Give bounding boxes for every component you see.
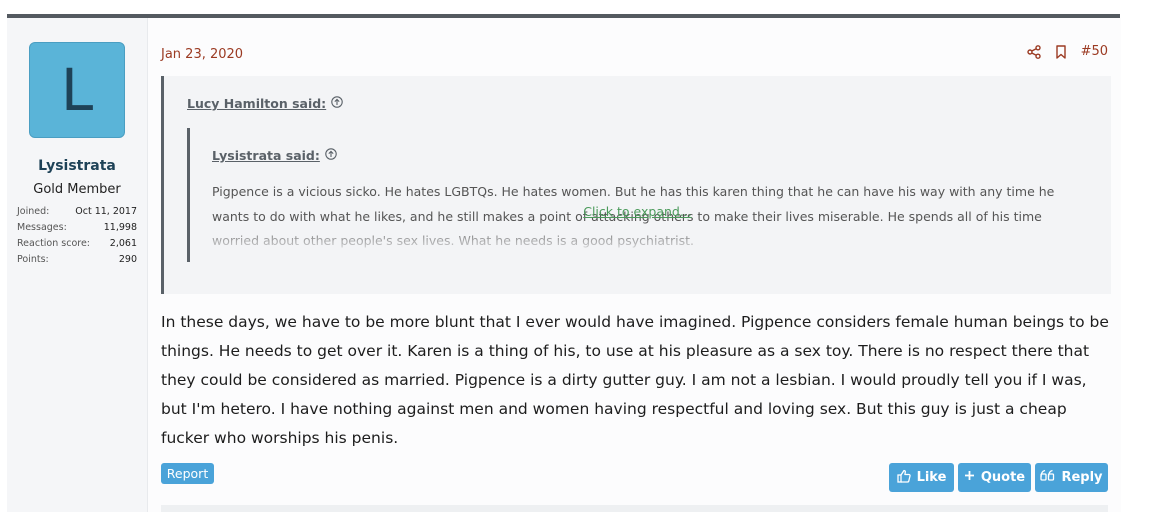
stat-label: Joined: — [17, 206, 50, 217]
stat-row-joined: Joined: Oct 11, 2017 — [17, 204, 137, 220]
stat-row-points: Points: 290 — [17, 252, 137, 268]
stat-row-reaction-score: Reaction score: 2,061 — [17, 236, 137, 252]
share-icon[interactable] — [1026, 44, 1041, 59]
quote-fade-overlay — [212, 224, 1062, 250]
quote-button[interactable]: Quote — [958, 463, 1031, 492]
quote-author-label: Lysistrata said: — [212, 148, 320, 163]
user-title: Gold Member — [33, 182, 121, 197]
quote-label: Quote — [980, 470, 1026, 485]
avatar[interactable]: L — [29, 42, 125, 138]
reply-label: Reply — [1061, 470, 1103, 485]
stat-label: Reaction score: — [17, 238, 91, 249]
post-number-link[interactable]: #50 — [1081, 44, 1108, 59]
like-button[interactable]: Like — [889, 463, 954, 492]
user-stats: Joined: Oct 11, 2017 Messages: 11,998 Re… — [17, 204, 137, 268]
username[interactable]: Lysistrata — [7, 158, 147, 174]
stat-label: Points: — [17, 254, 49, 265]
bookmark-icon[interactable] — [1055, 44, 1067, 59]
plus-icon — [964, 470, 975, 485]
click-to-expand-link[interactable]: Click to expand... — [164, 204, 1111, 219]
quote-author-link[interactable]: Lucy Hamilton said: — [187, 96, 343, 111]
quote-block-outer: Lucy Hamilton said: Lysistrata said: Pig… — [161, 76, 1111, 294]
stat-value: 290 — [118, 254, 137, 265]
quote-marks-icon — [1040, 469, 1055, 486]
stat-value: 11,998 — [103, 222, 137, 233]
stat-value: Oct 11, 2017 — [75, 206, 137, 217]
report-button[interactable]: Report — [161, 463, 214, 484]
like-label: Like — [916, 470, 947, 485]
post-date[interactable]: Jan 23, 2020 — [161, 47, 243, 62]
reply-button[interactable]: Reply — [1035, 463, 1108, 492]
quote-author-label: Lucy Hamilton said: — [187, 96, 327, 111]
stat-row-messages: Messages: 11,998 — [17, 220, 137, 236]
quote-block-inner: Lysistrata said: Pigpence is a vicious s… — [187, 128, 1090, 262]
stat-value: 2,061 — [109, 238, 137, 249]
post-actions: #50 — [1026, 44, 1108, 59]
arrow-up-circle-icon[interactable] — [331, 96, 343, 111]
stat-label: Messages: — [17, 222, 67, 233]
post-message: In these days, we have to be more blunt … — [161, 313, 1109, 447]
avatar-letter: L — [60, 56, 94, 124]
user-info-panel: L Lysistrata Gold Member Joined: Oct 11,… — [7, 18, 148, 512]
quote-author-link[interactable]: Lysistrata said: — [212, 148, 337, 163]
thumbs-up-icon — [896, 469, 911, 487]
arrow-up-circle-icon[interactable] — [325, 148, 337, 163]
next-post-edge — [161, 505, 1108, 512]
